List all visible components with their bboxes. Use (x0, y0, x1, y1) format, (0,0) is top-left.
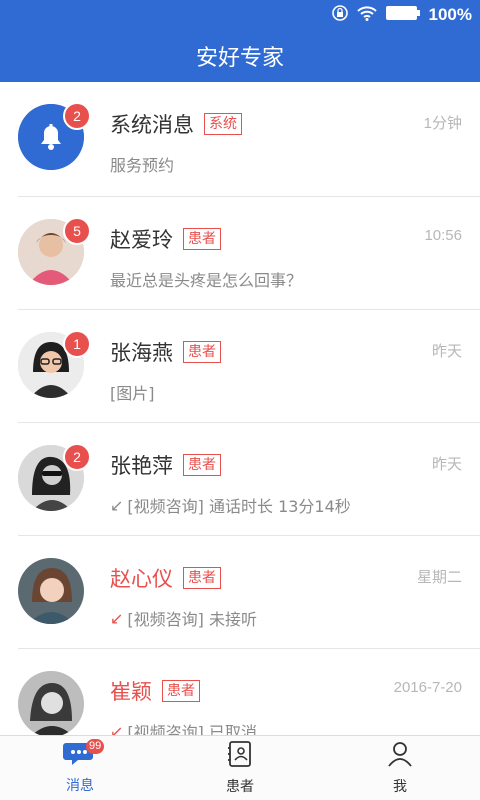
missed-call-icon: ↙ (110, 608, 124, 628)
message-item[interactable]: 崔颖 患者 2016-7-20 ↙ [视频咨询] 已取消 (18, 649, 480, 736)
battery-icon (385, 5, 421, 25)
contact-tag: 患者 (183, 341, 221, 363)
unread-badge: 2 (63, 102, 91, 130)
call-arrow-icon: ↙ (110, 495, 124, 515)
message-preview: [视频咨询] 通话时长 13分14秒 (127, 497, 351, 516)
tab-unread-badge: 99 (86, 739, 105, 754)
patient-avatar (18, 558, 84, 624)
message-time: 昨天 (431, 456, 462, 473)
unread-badge: 5 (63, 217, 91, 245)
message-time: 10:56 (424, 227, 462, 244)
tab-patients[interactable]: 患者 (160, 736, 320, 800)
missed-call-icon: ↙ (110, 721, 124, 737)
contact-name: 张海燕 (110, 341, 173, 365)
contact-tag: 系统 (204, 113, 242, 135)
message-preview: [图片] (110, 384, 155, 403)
contact-name: 赵心仪 (110, 567, 173, 591)
contact-tag: 患者 (183, 228, 221, 250)
message-time: 星期二 (416, 569, 462, 586)
contact-name: 崔颖 (110, 680, 152, 704)
contact-name: 张艳萍 (110, 454, 173, 478)
battery-percentage: 100% (428, 5, 472, 24)
message-preview: [视频咨询] 未接听 (127, 610, 257, 629)
status-bar: 100% (0, 0, 480, 30)
rotation-lock-icon (331, 4, 349, 26)
patient-avatar (18, 671, 84, 736)
message-time: 2016-7-20 (393, 679, 462, 696)
tab-label: 消息 (66, 778, 94, 794)
message-time: 1分钟 (423, 115, 462, 132)
bottom-tab-bar: 99 消息 患者 我 (0, 735, 480, 800)
message-item[interactable]: 1 张海燕 患者 昨天 [图片] (18, 310, 480, 423)
tab-label: 我 (393, 779, 407, 795)
page-title: 安好专家 (0, 30, 480, 82)
unread-badge: 2 (63, 443, 91, 471)
contact-name: 系统消息 (110, 113, 194, 137)
message-preview: 最近总是头疼是怎么回事？ (110, 271, 303, 290)
contact-tag: 患者 (183, 567, 221, 589)
message-preview: [视频咨询] 已取消 (127, 723, 257, 736)
patient-book-icon (226, 740, 254, 772)
message-item[interactable]: 2 张艳萍 患者 昨天 ↙ [视频咨询] 通话时长 13分14秒 (18, 423, 480, 536)
person-icon (386, 740, 414, 772)
message-item-system[interactable]: 2 系统消息 系统 1分钟 服务预约 (18, 82, 480, 197)
contact-name: 赵爱玲 (110, 228, 173, 252)
message-preview: 服务预约 (110, 156, 175, 175)
tab-messages[interactable]: 99 消息 (0, 736, 160, 800)
tab-label: 患者 (226, 779, 254, 795)
wifi-icon (356, 5, 377, 25)
contact-tag: 患者 (162, 680, 200, 702)
unread-badge: 1 (63, 330, 91, 358)
message-time: 昨天 (431, 343, 462, 360)
contact-tag: 患者 (183, 454, 221, 476)
message-list: 2 系统消息 系统 1分钟 服务预约 5 赵爱玲 患者 10:56 最近总是头疼… (0, 82, 480, 736)
message-item[interactable]: 5 赵爱玲 患者 10:56 最近总是头疼是怎么回事？ (18, 197, 480, 310)
message-item[interactable]: 赵心仪 患者 星期二 ↙ [视频咨询] 未接听 (18, 536, 480, 649)
tab-me[interactable]: 我 (320, 736, 480, 800)
